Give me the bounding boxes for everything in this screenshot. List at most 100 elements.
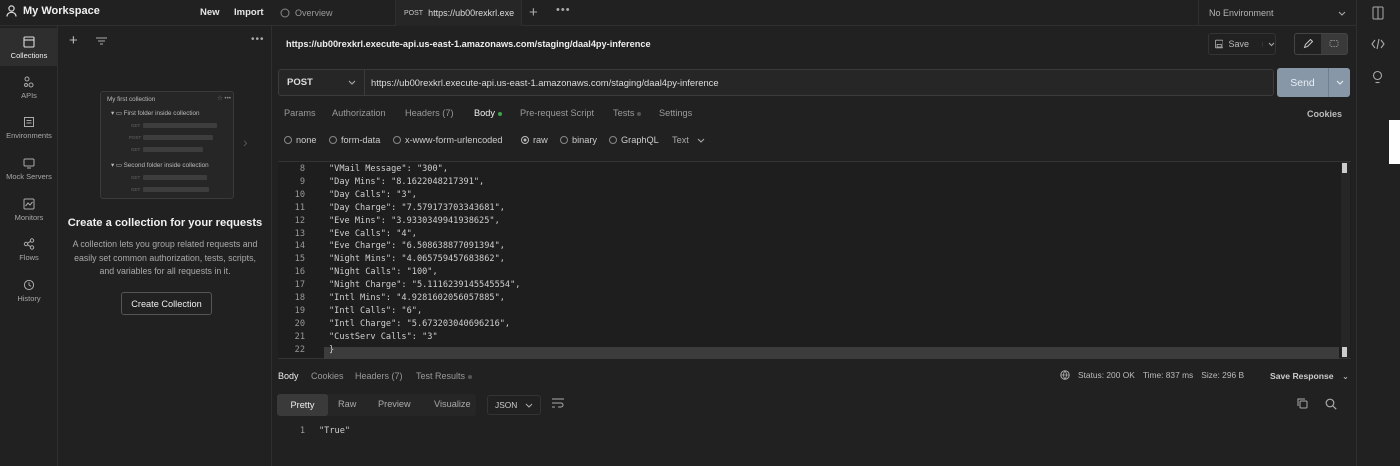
line-number: 12	[294, 215, 305, 226]
nav-environments[interactable]: Environments	[0, 116, 58, 140]
line-number: 19	[294, 305, 305, 316]
chevron-down-icon	[1338, 11, 1346, 16]
lightbulb-icon[interactable]	[1371, 70, 1384, 84]
code-line[interactable]: "Intl Calls": "6",	[329, 306, 422, 316]
response-status[interactable]: Status: 200 OK	[1078, 370, 1135, 380]
format-pretty[interactable]: Pretty	[277, 394, 328, 416]
chevron-down-icon[interactable]	[1329, 68, 1350, 97]
code-line[interactable]: "Intl Charge": "5.673203040696216",	[329, 319, 510, 329]
tab-settings[interactable]: Settings	[659, 108, 692, 118]
cookies-link[interactable]: Cookies	[1307, 109, 1342, 119]
code-line[interactable]: "Day Mins": "8.1622048217391",	[329, 177, 484, 187]
code-icon[interactable]	[1371, 38, 1385, 50]
resp-tab-headers[interactable]: Headers (7)	[355, 371, 403, 381]
code-line[interactable]: "Night Mins": "4.065759457683862",	[329, 254, 505, 264]
method-tag: GET	[131, 175, 141, 180]
radio-icon	[393, 136, 401, 144]
radio-icon	[609, 136, 617, 144]
more-options-icon[interactable]: •••	[251, 34, 265, 45]
resp-tab-cookies[interactable]: Cookies	[311, 371, 344, 381]
add-collection-plus-icon[interactable]: +	[69, 32, 78, 49]
body-option-none[interactable]: none	[284, 135, 316, 145]
nav-monitors[interactable]: Monitors	[0, 198, 58, 222]
line-number: 16	[294, 267, 305, 278]
body-option-form-data[interactable]: form-data	[329, 135, 380, 145]
format-raw[interactable]: Raw	[338, 399, 356, 409]
code-line[interactable]: "Night Calls": "100",	[329, 267, 438, 277]
chevron-right-icon: ›	[243, 134, 248, 150]
response-size[interactable]: Size: 296 B	[1201, 370, 1244, 380]
chevron-down-icon[interactable]	[1262, 41, 1275, 47]
save-response-button[interactable]: Save Response ⌄	[1270, 371, 1349, 382]
tab-headers[interactable]: Headers (7)	[405, 108, 454, 118]
code-line[interactable]: "Intl Mins": "4.9281602056057885",	[329, 293, 505, 303]
line-number: 18	[294, 293, 305, 303]
wrap-lines-icon[interactable]	[552, 398, 564, 408]
format-visualize[interactable]: Visualize	[434, 399, 471, 409]
nav-apis[interactable]: APIs	[0, 76, 58, 100]
tab-method: POST	[404, 9, 424, 17]
placeholder-bar	[143, 123, 217, 128]
edit-pencil-icon[interactable]	[1295, 34, 1321, 54]
scrollbar[interactable]	[1341, 162, 1350, 358]
code-line[interactable]: "Eve Mins": "3.9330349941938625",	[329, 216, 500, 226]
resp-tab-body[interactable]: Body	[278, 371, 299, 381]
body-option-raw[interactable]: raw	[521, 135, 548, 145]
tab-tests[interactable]: Tests	[613, 108, 642, 118]
filter-icon[interactable]	[96, 37, 107, 45]
environment-selector[interactable]: No Environment	[1198, 0, 1356, 26]
workspace-switcher[interactable]: My Workspace	[6, 5, 100, 17]
send-label[interactable]: Send	[1277, 68, 1329, 97]
send-button[interactable]: Send	[1277, 68, 1350, 97]
response-format-tabs: Pretty Raw Preview Visualize	[277, 394, 476, 416]
response-language-select[interactable]: JSON	[487, 395, 541, 415]
import-button[interactable]: Import	[234, 7, 264, 18]
tab-body[interactable]: Body	[474, 108, 502, 118]
code-line[interactable]: "Day Calls": "3",	[329, 190, 417, 200]
code-line[interactable]: "Eve Charge": "6.508638877091394",	[329, 241, 505, 251]
tab-authorization[interactable]: Authorization	[332, 108, 386, 118]
url-input[interactable]: https://ub00rexkrl.execute-api.us-east-1…	[371, 77, 719, 88]
code-line[interactable]: "Day Charge": "7.579173703343681",	[329, 203, 505, 213]
new-tab-plus-icon[interactable]: +	[529, 4, 538, 21]
settings-panel-icon[interactable]	[1371, 6, 1385, 20]
tab-params[interactable]: Params	[284, 108, 316, 118]
format-preview[interactable]: Preview	[378, 399, 411, 409]
code-line[interactable]: "VMail Message": "300",	[329, 164, 448, 174]
body-option-binary[interactable]: binary	[560, 135, 597, 145]
scroll-thumb[interactable]	[1342, 347, 1347, 357]
nav-flows[interactable]: Flows	[0, 238, 58, 262]
nav-collections[interactable]: Collections	[0, 28, 58, 66]
code-line[interactable]: "Eve Calls": "4",	[329, 229, 417, 239]
new-button[interactable]: New	[200, 7, 220, 18]
code-line[interactable]: "CustServ Calls": "3"	[329, 332, 438, 342]
nav-mock-servers[interactable]: Mock Servers	[0, 157, 58, 181]
body-option-urlencoded[interactable]: x-www-form-urlencoded	[393, 135, 503, 145]
tab-request[interactable]: POST https://ub00rexkrl.exe	[396, 0, 522, 26]
placeholder-bar	[143, 147, 203, 152]
line-number: 13	[294, 228, 305, 239]
body-option-graphql[interactable]: GraphQL	[609, 135, 659, 145]
body-type-select[interactable]: Text	[672, 135, 705, 145]
more-tabs-icon[interactable]: •••	[556, 4, 571, 16]
request-title[interactable]: https://ub00rexkrl.execute-api.us-east-1…	[286, 39, 651, 49]
response-time[interactable]: Time: 837 ms	[1143, 370, 1193, 380]
scroll-up-marker	[1342, 163, 1347, 173]
nav-history[interactable]: History	[0, 279, 58, 303]
copy-icon[interactable]	[1297, 398, 1308, 409]
tab-pre-request-script[interactable]: Pre-request Script	[520, 108, 594, 118]
response-body[interactable]: "True"	[319, 426, 350, 436]
code-line[interactable]: "Night Charge": "5.1116239145545554",	[329, 280, 520, 290]
create-collection-button[interactable]: Create Collection	[121, 292, 212, 315]
save-button[interactable]: Save	[1208, 33, 1276, 55]
search-icon[interactable]	[1325, 398, 1337, 410]
line-number: 17	[294, 280, 305, 291]
comment-icon[interactable]	[1321, 34, 1347, 54]
globe-icon	[1060, 370, 1070, 380]
resp-tab-test-results[interactable]: Test Results	[416, 371, 473, 381]
response-meta: Status: 200 OK Time: 837 ms Size: 296 B	[1060, 370, 1244, 380]
tab-overview[interactable]: Overview	[272, 0, 396, 26]
request-body-editor[interactable]: 8 "VMail Message": "300", 9 "Day Mins": "8.…	[278, 161, 1351, 359]
code-line[interactable]: }	[329, 345, 334, 355]
method-select[interactable]: POST	[279, 70, 365, 95]
